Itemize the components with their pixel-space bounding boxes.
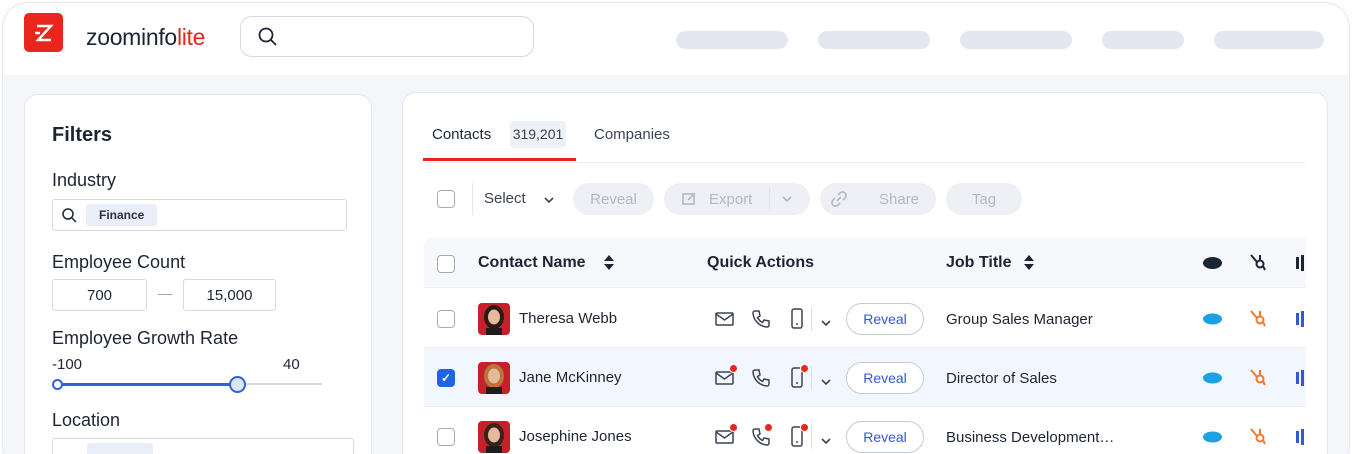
nav-placeholder-3[interactable]	[960, 31, 1072, 49]
contact-name[interactable]: Josephine Jones	[519, 428, 632, 445]
employee-count-label: Employee Count	[52, 252, 186, 272]
growth-min-label: -100	[52, 356, 83, 373]
hubspot-icon[interactable]	[1249, 308, 1267, 333]
hubspot-icon[interactable]	[1249, 426, 1267, 451]
tab-companies[interactable]: Companies	[594, 126, 670, 143]
reveal-button[interactable]: Reveal	[846, 362, 924, 394]
chevron-down-icon[interactable]	[820, 315, 832, 333]
growth-max-label: 40	[283, 356, 300, 373]
nav-placeholder-2[interactable]	[818, 31, 930, 49]
col-job-title[interactable]: Job Title	[946, 254, 1012, 272]
row-checkbox[interactable]	[437, 310, 455, 328]
new-indicator-dot	[800, 364, 809, 373]
quick-actions-divider	[811, 425, 812, 449]
new-indicator-dot	[729, 423, 738, 432]
phone-icon[interactable]	[751, 368, 771, 393]
chevron-down-icon	[782, 196, 792, 203]
hubspot-header-icon	[1250, 254, 1266, 271]
avatar	[478, 362, 510, 394]
location-field[interactable]	[52, 438, 354, 454]
range-separator: —	[158, 285, 172, 301]
tab-contacts[interactable]: Contacts	[432, 126, 491, 143]
export-label: Export	[709, 190, 753, 208]
new-indicator-dot	[800, 423, 809, 432]
growth-slider-min-handle[interactable]	[52, 379, 63, 390]
contact-name[interactable]: Jane McKinney	[519, 369, 622, 386]
brand-name-main: zoominfo	[86, 24, 177, 50]
nav-placeholder-5[interactable]	[1214, 31, 1324, 49]
salesforce-icon[interactable]	[1202, 311, 1223, 331]
hubspot-icon[interactable]	[1249, 367, 1267, 392]
quick-actions-divider	[811, 366, 812, 390]
outreach-icon[interactable]	[1296, 311, 1304, 332]
reveal-bulk-button[interactable]: Reveal	[573, 183, 654, 215]
job-title: Business Development…	[946, 429, 1115, 446]
salesforce-icon[interactable]	[1202, 370, 1223, 390]
outreach-icon[interactable]	[1296, 370, 1304, 391]
mobile-icon[interactable]	[789, 308, 805, 335]
outreach-icon[interactable]	[1296, 429, 1304, 450]
row-checkbox[interactable]: ✓	[437, 369, 455, 387]
salesforce-icon[interactable]	[1202, 429, 1223, 449]
chevron-down-icon[interactable]	[820, 433, 832, 451]
contacts-count-badge: 319,201	[510, 121, 566, 148]
col-contact-name[interactable]: Contact Name	[478, 254, 586, 272]
export-button[interactable]: Export	[664, 183, 810, 215]
export-icon	[682, 192, 696, 205]
share-button[interactable]: Share	[820, 183, 936, 215]
phone-icon[interactable]	[751, 309, 771, 334]
chevron-down-icon	[544, 197, 554, 204]
outreach-header-icon	[1296, 255, 1304, 271]
salesforce-header-icon	[1203, 257, 1222, 269]
quick-actions-divider	[811, 307, 812, 331]
reveal-button[interactable]: Reveal	[846, 421, 924, 453]
new-indicator-dot	[764, 423, 773, 432]
toolbar-divider	[472, 183, 473, 215]
active-tab-indicator	[423, 158, 576, 161]
select-dropdown[interactable]: Select	[484, 190, 526, 207]
new-indicator-dot	[729, 364, 738, 373]
job-title: Director of Sales	[946, 370, 1057, 387]
row-checkbox[interactable]	[437, 428, 455, 446]
brand-name: zoominfolite	[86, 24, 205, 51]
employee-count-min-field[interactable]: 700	[52, 279, 147, 311]
col-quick-actions: Quick Actions	[707, 254, 814, 271]
contact-name[interactable]: Theresa Webb	[519, 310, 617, 327]
search-icon	[258, 27, 277, 46]
avatar	[478, 303, 510, 335]
chevron-down-icon[interactable]	[820, 374, 832, 392]
link-icon	[831, 191, 847, 207]
tabs-divider	[423, 162, 1305, 163]
nav-placeholder-4[interactable]	[1102, 31, 1184, 49]
reveal-button[interactable]: Reveal	[846, 303, 924, 335]
growth-slider-fill	[57, 383, 238, 386]
zoominfo-logo-icon[interactable]	[24, 13, 63, 52]
share-label: Share	[879, 190, 920, 208]
nav-placeholder-1[interactable]	[676, 31, 788, 49]
brand-name-accent: lite	[176, 24, 206, 50]
search-input[interactable]	[240, 16, 534, 57]
export-divider	[769, 188, 770, 210]
location-label: Location	[52, 410, 121, 430]
avatar	[478, 421, 510, 453]
job-title: Group Sales Manager	[946, 311, 1093, 328]
header-checkbox[interactable]	[437, 255, 455, 273]
tag-button[interactable]: Tag	[946, 183, 1022, 215]
search-icon	[62, 208, 77, 223]
filters-panel	[24, 94, 372, 454]
industry-label: Industry	[52, 170, 117, 190]
growth-rate-label: Employee Growth Rate	[52, 328, 239, 348]
email-icon[interactable]	[714, 309, 736, 334]
sort-icon[interactable]	[603, 254, 615, 271]
location-chip[interactable]	[87, 443, 153, 454]
select-all-checkbox[interactable]	[437, 190, 455, 208]
employee-count-max-field[interactable]: 15,000	[183, 279, 276, 311]
filters-title: Filters	[52, 124, 113, 146]
industry-chip[interactable]: Finance	[86, 204, 158, 226]
sort-icon[interactable]	[1023, 254, 1035, 271]
